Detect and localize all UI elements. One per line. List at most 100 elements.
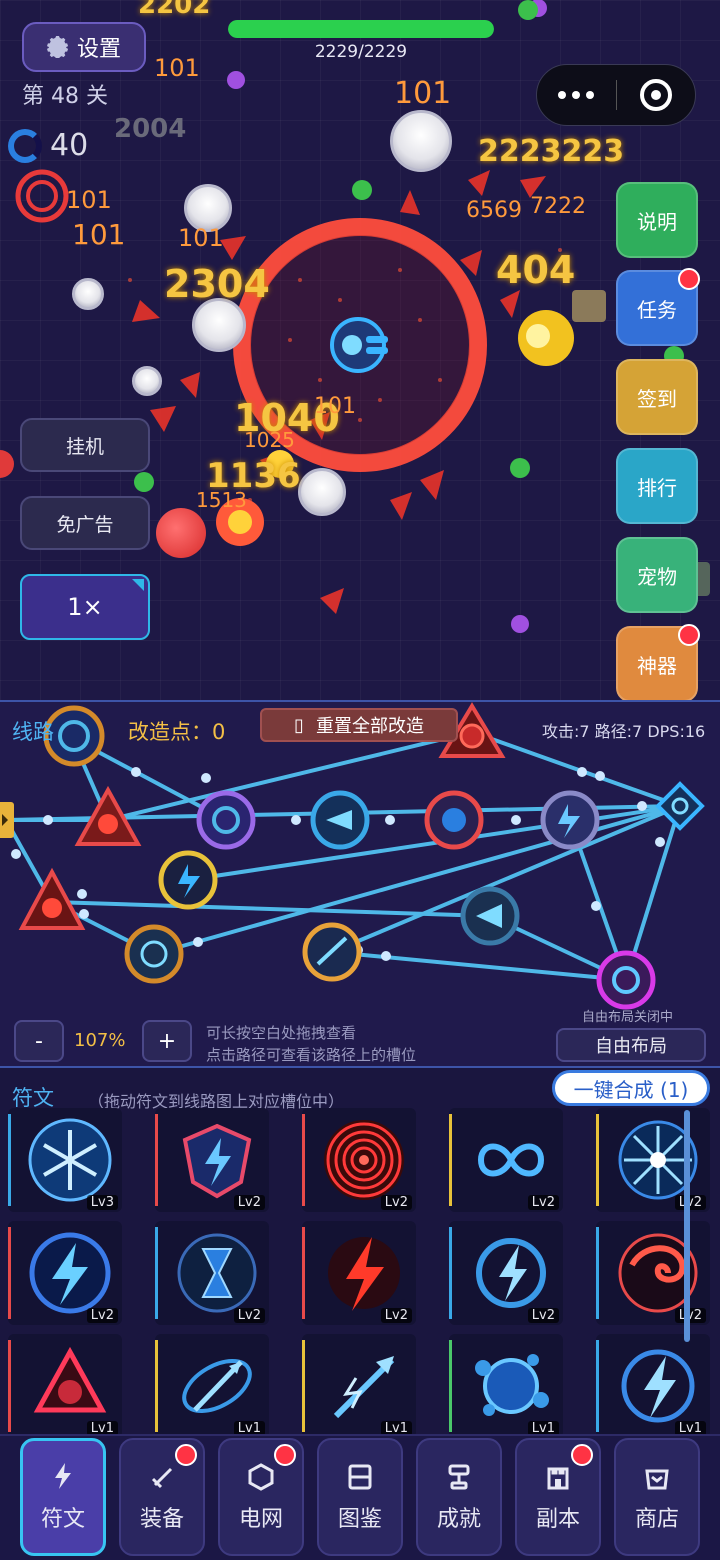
rune-accent-bar: [302, 1340, 305, 1432]
shop-bag-icon: [645, 1469, 669, 1490]
free-layout-button[interactable]: 自由布局: [556, 1028, 706, 1062]
scrollbar[interactable]: [684, 1110, 690, 1342]
route-hint: 可长按空白处拖拽查看: [206, 1024, 357, 1042]
rune-accent-bar: [155, 1227, 158, 1319]
rune-card[interactable]: Lv2: [302, 1221, 416, 1325]
no-ads-label: 免广告: [56, 513, 114, 536]
no-ads-button[interactable]: 免广告: [20, 496, 150, 550]
zoom-out-button[interactable]: -: [14, 1020, 64, 1062]
reset-label: 重置全部改造: [315, 716, 424, 737]
damage-number: 6569: [466, 198, 522, 223]
green-slime-enemy: [510, 458, 530, 478]
settings-label: 设置: [76, 37, 121, 62]
side-btn-help[interactable]: 说明: [616, 182, 698, 258]
nav-label: 装备: [139, 1507, 184, 1532]
route-node[interactable]: [124, 924, 184, 984]
side-btn-label: 宠物: [637, 564, 677, 589]
rune-card[interactable]: Lv1: [596, 1334, 710, 1438]
shield-bolt-rune-icon: [182, 1123, 252, 1199]
route-node[interactable]: [43, 705, 105, 767]
rune-accent-bar: [155, 1114, 158, 1206]
infinity-rune-icon: [477, 1143, 545, 1177]
route-node[interactable]: [310, 790, 370, 850]
rune-card[interactable]: Lv2: [155, 1108, 269, 1212]
green-slime-enemy: [352, 180, 372, 200]
more-menu-button[interactable]: [537, 65, 616, 125]
nav-shop[interactable]: 商店: [614, 1438, 700, 1556]
nav-grid[interactable]: 电网: [218, 1438, 304, 1556]
level-label: 第 48 关: [22, 84, 108, 109]
triangle-shuriken-rune-icon: [33, 1346, 107, 1413]
side-btn-artifact[interactable]: 神器: [616, 624, 700, 700]
side-btn-checkin[interactable]: 签到: [616, 359, 698, 435]
route-node[interactable]: [302, 922, 362, 982]
swirl-bolt-rune-icon: [476, 1238, 546, 1308]
side-btn-pets[interactable]: 宠物: [616, 537, 698, 613]
rune-card[interactable]: Lv2: [155, 1221, 269, 1325]
merge-all-button[interactable]: 一键合成 (1): [552, 1070, 710, 1106]
green-slime-enemy: [518, 0, 538, 20]
rune-card[interactable]: Lv2: [302, 1108, 416, 1212]
route-node[interactable]: [655, 781, 705, 831]
reset-all-button[interactable]: ▯ 重置全部改造: [260, 708, 458, 742]
route-node[interactable]: [540, 790, 600, 850]
notification-dot: [678, 624, 700, 646]
notification-dot: [175, 1444, 197, 1466]
rune-card[interactable]: Lv2: [596, 1108, 710, 1212]
side-btn-tasks[interactable]: 任务: [616, 268, 700, 346]
red-bolt-rune-icon: [328, 1237, 400, 1311]
rune-accent-bar: [449, 1227, 452, 1319]
route-panel[interactable]: 线路 改造点：0 ▯ 重置全部改造 攻击:7 路径:7 DPS:16 - 107…: [0, 700, 720, 1066]
rune-card[interactable]: Lv2: [449, 1221, 563, 1325]
rune-card[interactable]: Lv1: [302, 1334, 416, 1438]
nav-codex[interactable]: 图鉴: [317, 1438, 403, 1556]
speed-button[interactable]: 1×: [20, 574, 150, 640]
close-program-button[interactable]: [617, 79, 696, 111]
idle-button[interactable]: 挂机: [20, 418, 150, 472]
rune-card[interactable]: Lv1: [449, 1334, 563, 1438]
notification-dot: [274, 1444, 296, 1466]
nav-label: 商店: [634, 1507, 679, 1532]
rune-card[interactable]: Lv2: [449, 1108, 563, 1212]
rune-level: Lv2: [233, 1195, 265, 1210]
nav-dungeon[interactable]: 副本: [515, 1438, 601, 1556]
rune-card[interactable]: Lv2: [8, 1221, 122, 1325]
reset-icon: ▯: [294, 714, 304, 736]
route-node[interactable]: [424, 790, 484, 850]
route-start-node[interactable]: [0, 802, 14, 838]
battlefield[interactable]: 2202 101 101 101 101 101 2004 2223223 65…: [0, 0, 720, 700]
settings-button[interactable]: 设置: [22, 22, 146, 72]
rune-card[interactable]: Lv1: [155, 1334, 269, 1438]
side-btn-label: 神器: [637, 653, 677, 678]
ghost-enemy: [72, 278, 104, 310]
rune-panel: 符文 （拖动符文到线路图上对应槽位中） 一键合成 (1) Lv3 Lv2 Lv2 Lv…: [0, 1066, 720, 1438]
route-node[interactable]: [18, 867, 86, 930]
route-node[interactable]: [596, 950, 656, 1010]
damage-number: 404: [496, 248, 576, 292]
rune-accent-bar: [596, 1114, 599, 1206]
bolt-circle-rune-icon: [29, 1232, 111, 1314]
notification-dot: [571, 1444, 593, 1466]
rune-level: Lv3: [86, 1195, 118, 1210]
rune-card[interactable]: Lv2: [596, 1221, 710, 1325]
route-node[interactable]: [158, 850, 218, 910]
snowflake-rune-icon: [28, 1118, 112, 1202]
nav-achievements[interactable]: 成就: [416, 1438, 502, 1556]
hourglass-rune-icon: [177, 1233, 257, 1313]
nav-runes[interactable]: 符文: [20, 1438, 106, 1556]
damage-number: 101: [394, 76, 452, 111]
dragon-rune-icon: [618, 1233, 698, 1313]
rune-card[interactable]: Lv1: [8, 1334, 122, 1438]
damage-number: 1025: [244, 428, 295, 452]
side-btn-ranking[interactable]: 排行: [616, 448, 698, 524]
rune-accent-bar: [8, 1227, 11, 1319]
arrow-orbit-rune-icon: [182, 1359, 252, 1413]
nav-equipment[interactable]: 装备: [119, 1438, 205, 1556]
rune-accent-bar: [302, 1114, 305, 1206]
storm-bolt-rune-icon: [621, 1349, 695, 1423]
rune-card[interactable]: Lv3: [8, 1108, 122, 1212]
zoom-in-button[interactable]: +: [142, 1020, 192, 1062]
route-node[interactable]: [460, 886, 520, 946]
route-node[interactable]: [196, 790, 256, 850]
rune-accent-bar: [302, 1227, 305, 1319]
